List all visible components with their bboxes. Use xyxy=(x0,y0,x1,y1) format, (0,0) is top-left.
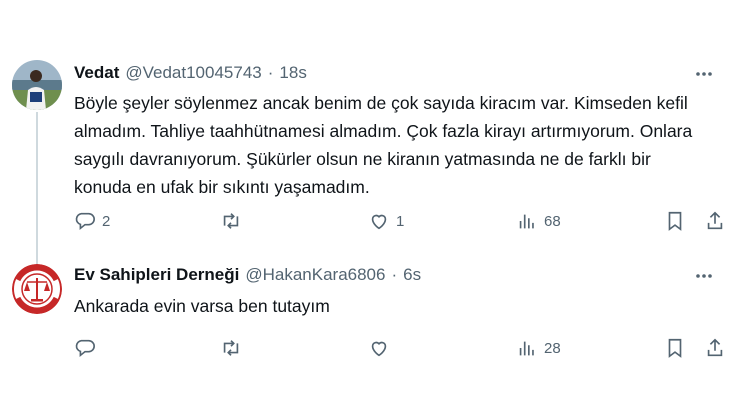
author-name[interactable]: Ev Sahipleri Derneği xyxy=(74,265,239,285)
like-button[interactable]: 1 xyxy=(368,203,404,239)
view-count: 68 xyxy=(544,212,561,230)
more-button[interactable] xyxy=(692,264,716,288)
reply-icon xyxy=(75,339,95,358)
avatar[interactable] xyxy=(12,264,62,314)
author-name[interactable]: Vedat xyxy=(74,63,119,83)
avatar-photo xyxy=(12,60,62,110)
view-count: 28 xyxy=(544,339,561,357)
reply-icon xyxy=(75,212,95,231)
bookmark-icon xyxy=(668,338,682,358)
association-logo xyxy=(12,264,62,314)
reply-button[interactable] xyxy=(74,330,102,366)
action-bar: 2 1 68 xyxy=(64,203,730,239)
reply-count: 2 xyxy=(102,212,111,230)
action-bar: 28 xyxy=(64,330,730,366)
share-button[interactable] xyxy=(704,330,726,366)
tweet-header: Vedat @Vedat10045743 · 18s xyxy=(74,60,710,86)
retweet-icon xyxy=(223,213,239,229)
more-icon xyxy=(696,274,712,278)
author-handle[interactable]: @HakanKara6806 xyxy=(245,265,385,285)
retweet-button[interactable] xyxy=(220,330,248,366)
bookmark-button[interactable] xyxy=(664,330,686,366)
author-handle[interactable]: @Vedat10045743 xyxy=(125,63,261,83)
views-icon xyxy=(519,214,534,229)
like-count: 1 xyxy=(396,212,405,230)
more-button[interactable] xyxy=(692,62,716,86)
share-icon xyxy=(707,338,723,357)
tweet[interactable]: Vedat @Vedat10045743 · 18s Böyle şeyler … xyxy=(0,0,730,264)
separator: · xyxy=(391,265,398,284)
more-icon xyxy=(696,72,712,76)
like-button[interactable] xyxy=(368,330,396,366)
retweet-icon xyxy=(223,340,239,356)
share-icon xyxy=(707,211,723,230)
tweet-text: Ankarada evin varsa ben tutayım xyxy=(74,296,330,316)
tweet-header: Ev Sahipleri Derneği @HakanKara6806 · 6s xyxy=(74,262,710,288)
heart-icon xyxy=(371,341,387,357)
views-button[interactable]: 28 xyxy=(516,330,561,366)
reply-button[interactable]: 2 xyxy=(74,203,110,239)
timestamp[interactable]: 18s xyxy=(279,63,306,83)
share-button[interactable] xyxy=(704,203,726,239)
bookmark-button[interactable] xyxy=(664,203,686,239)
views-button[interactable]: 68 xyxy=(516,203,561,239)
heart-icon xyxy=(371,214,387,230)
thread-line xyxy=(36,112,38,264)
bookmark-icon xyxy=(668,211,682,231)
retweet-button[interactable] xyxy=(220,203,248,239)
tweet-text: Böyle şeyler söylenmez ancak benim de ço… xyxy=(74,93,693,197)
tweet[interactable]: Ev Sahipleri Derneği @HakanKara6806 · 6s… xyxy=(0,252,730,420)
timestamp[interactable]: 6s xyxy=(403,265,421,285)
views-icon xyxy=(519,341,534,356)
avatar[interactable] xyxy=(12,60,62,110)
separator: · xyxy=(267,63,274,82)
